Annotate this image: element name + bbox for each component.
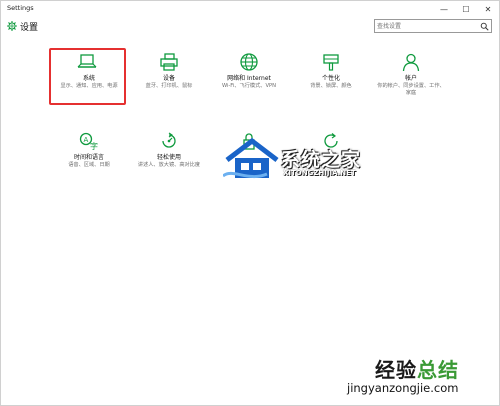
tile-name: 帐户 xyxy=(404,75,417,82)
watermark2-title-a: 经验 xyxy=(375,358,417,382)
tile-devices[interactable]: 设备 蓝牙、打印机、鼠标 xyxy=(131,50,207,108)
devices-icon xyxy=(160,53,178,71)
tile-name: 网络和 Internet xyxy=(227,75,271,82)
maximize-button[interactable]: ☐ xyxy=(455,1,477,17)
globe-icon xyxy=(240,53,258,71)
watermark-xitongzhijia: 系统之家 XITONGZHIJIA.NET xyxy=(219,136,389,186)
search-box[interactable] xyxy=(374,19,492,33)
tile-description: Wi-Fi、飞行模式、VPN xyxy=(221,83,277,89)
page-title: 设置 xyxy=(20,23,39,33)
tile-name: 设备 xyxy=(162,75,175,82)
minimize-button[interactable]: — xyxy=(433,1,455,17)
svg-text:字: 字 xyxy=(90,141,98,150)
window-controls: — ☐ ✕ xyxy=(433,1,499,17)
time-language-icon: A 字 xyxy=(79,132,98,150)
close-button[interactable]: ✕ xyxy=(477,1,499,17)
tile-accounts[interactable]: 帐户 你的帐户、同步设置、工作、家庭 xyxy=(373,50,449,108)
watermark-jingyanzongjie: 经验总结 jingyanzongjie.com xyxy=(341,351,496,406)
tile-system[interactable]: 系统 显示、通知、应用、电源 xyxy=(49,48,126,105)
settings-window: Settings — ☐ ✕ 设置 查找设置 系统 显示、通知、应用、电源 设备… xyxy=(0,0,500,406)
tile-description: 你的帐户、同步设置、工作、家庭 xyxy=(377,83,445,96)
search-input[interactable] xyxy=(377,21,477,32)
tile-name: 时间和语言 xyxy=(73,154,104,161)
tile-personalization[interactable]: 个性化 背景、锁屏、颜色 xyxy=(293,50,369,108)
paintbrush-icon xyxy=(323,54,339,71)
title-bar: Settings — ☐ ✕ xyxy=(1,1,499,17)
gear-icon xyxy=(7,21,17,31)
search-icon[interactable] xyxy=(480,22,489,31)
watermark2-title: 经验总结 xyxy=(375,354,459,383)
watermark2-url: jingyanzongjie.com xyxy=(347,381,459,395)
tile-name: 轻松使用 xyxy=(156,154,181,161)
tile-time-language[interactable]: A 字 时间和语言 语音、区域、日期 xyxy=(51,129,127,187)
tile-description: 显示、通知、应用、电源 xyxy=(60,83,118,89)
tile-description: 背景、锁屏、颜色 xyxy=(310,83,352,89)
svg-text:A: A xyxy=(84,136,89,144)
ease-of-access-icon xyxy=(162,132,176,148)
tile-description: 讲述人、放大镜、高对比度 xyxy=(137,162,201,168)
laptop-icon xyxy=(77,54,97,68)
tile-name: 个性化 xyxy=(321,75,340,82)
tile-ease-of-access[interactable]: 轻松使用 讲述人、放大镜、高对比度 xyxy=(131,129,207,187)
house-logo-icon xyxy=(223,138,279,179)
tile-network[interactable]: 网络和 Internet Wi-Fi、飞行模式、VPN xyxy=(211,50,287,108)
person-icon xyxy=(402,53,420,71)
watermark-title: 系统之家 xyxy=(281,149,362,171)
tile-description: 语音、区域、日期 xyxy=(68,162,110,168)
tile-description: 蓝牙、打印机、鼠标 xyxy=(145,83,193,89)
window-title: Settings xyxy=(7,4,34,12)
tile-name: 系统 xyxy=(82,75,95,82)
watermark-url: XITONGZHIJIA.NET xyxy=(283,169,356,177)
watermark2-title-b: 总结 xyxy=(417,358,459,382)
